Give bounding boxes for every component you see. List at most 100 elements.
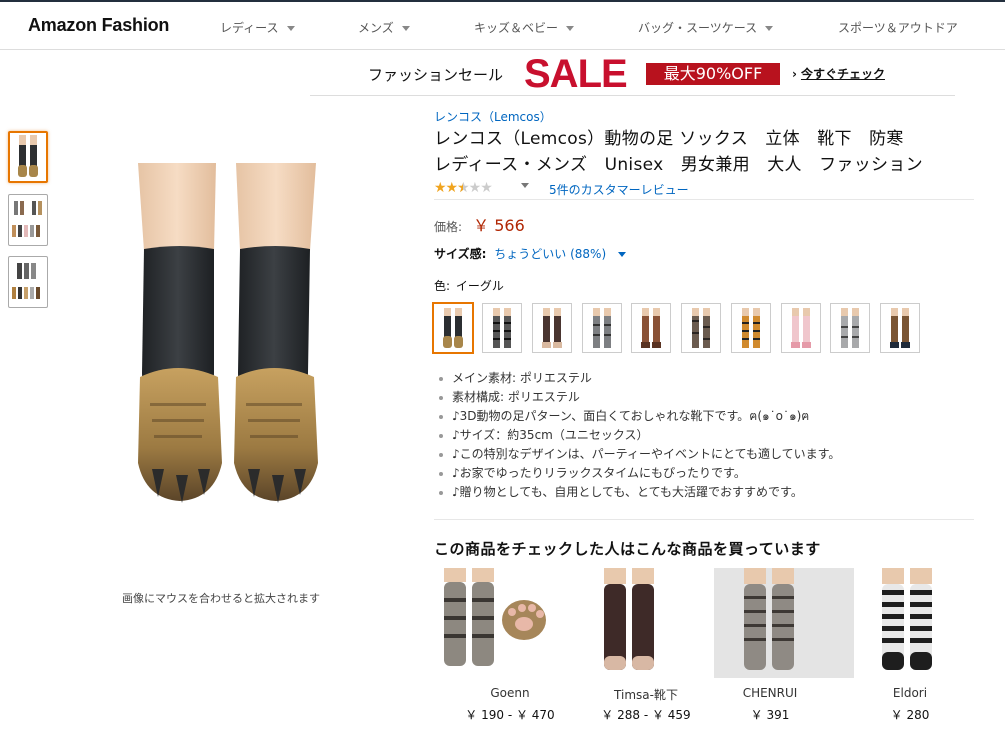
recommendation-image[interactable] [714, 568, 854, 678]
eagle-claw-socks-image [138, 163, 318, 503]
recommendations-heading: この商品をチェックした人はこんな商品を買っています [434, 540, 821, 558]
swatch-image [641, 308, 661, 348]
nav-item-mens[interactable]: メンズ [358, 19, 410, 36]
nav-item-label: メンズ [358, 21, 394, 35]
main-product-image[interactable] [130, 163, 320, 508]
sock-thumbnail-image [18, 135, 38, 177]
chevron-down-icon [401, 26, 410, 31]
chevron-down-icon [286, 26, 295, 31]
recommendation-card[interactable]: Timsa-靴下 ￥ 288 - ￥ 459 [576, 568, 716, 728]
color-swatch-3[interactable] [532, 303, 572, 353]
recommendation-price: ￥ 391 [750, 708, 790, 722]
swatch-image [692, 308, 710, 348]
color-swatch-7[interactable] [731, 303, 771, 353]
recommendation-image[interactable] [440, 568, 580, 678]
price-row: 価格: ￥ 566 [434, 212, 525, 236]
size-fit-row: サイズ感: ちょうどいい (88%) [434, 245, 626, 262]
recommendation-card[interactable]: Eldori ￥ 280 [840, 568, 980, 728]
recommendation-name[interactable]: CHENRUI [714, 686, 826, 700]
promo-sale-text: SALE [524, 52, 628, 96]
recommendation-name[interactable]: Eldori [840, 686, 980, 700]
nav-item-label: スポーツ＆アウトドア [838, 21, 958, 35]
thumbnail-3[interactable] [8, 256, 48, 308]
swatch-image [443, 308, 463, 348]
color-swatch-4[interactable] [582, 303, 622, 353]
swatch-image [742, 308, 760, 348]
feature-bullet: ♪この特別なデザインは、パーティーやイベントにとても適しています。 [438, 445, 978, 464]
color-swatch-10[interactable] [880, 303, 920, 353]
top-nav: Amazon Fashion レディース メンズ キッズ＆ベビー バッグ・スーツ… [0, 2, 1005, 50]
recommendation-name[interactable]: Goenn [440, 686, 580, 700]
swatch-image [791, 308, 811, 348]
thumbnail-1[interactable] [8, 131, 48, 183]
chevron-down-icon[interactable] [521, 183, 529, 188]
swatch-image [841, 308, 859, 348]
chevron-down-icon [765, 26, 774, 31]
recommendation-image[interactable] [576, 568, 716, 678]
chevron-right-icon: › [792, 67, 797, 81]
feature-bullet: メイン素材: ポリエステル [438, 369, 978, 388]
nav-item-kids-baby[interactable]: キッズ＆ベビー [474, 19, 575, 36]
swatch-image [542, 308, 562, 348]
price-label: 価格: [434, 220, 463, 234]
color-swatch-8[interactable] [781, 303, 821, 353]
nav-item-label: キッズ＆ベビー [474, 21, 559, 35]
zebra-paw-socks-image [882, 568, 932, 670]
sock-collection-image [12, 263, 40, 299]
chevron-down-icon[interactable] [617, 252, 626, 257]
size-fit-value-link[interactable]: ちょうどいい (88%) [494, 247, 606, 261]
sock-collection-image [12, 201, 42, 237]
recommendation-price: ￥ 280 [890, 708, 930, 722]
color-swatch-2[interactable] [482, 303, 522, 353]
star-rating-icon[interactable]: ★★★★★★ [434, 180, 493, 196]
nav-item-ladies[interactable]: レディース [220, 19, 295, 36]
sale-banner[interactable]: ファッションセール SALE 最大90%OFF › 今すぐチェック [310, 52, 955, 96]
color-swatch-6[interactable] [681, 303, 721, 353]
color-swatch-9[interactable] [830, 303, 870, 353]
swatch-image [890, 308, 910, 348]
customer-reviews-link[interactable]: 5件のカスタマーレビュー [549, 181, 689, 198]
nav-item-label: バッグ・スーツケース [638, 21, 758, 35]
color-value: イーグル [455, 279, 504, 293]
feature-bullet: 素材構成: ポリエステル [438, 388, 978, 407]
promo-check-now-link[interactable]: › 今すぐチェック [792, 65, 885, 82]
recommendation-name[interactable]: Timsa-靴下 [576, 686, 716, 703]
feature-bullet: ♪お家でゆったりリラックスタイムにもぴったりです。 [438, 464, 978, 483]
divider [434, 199, 974, 200]
zoom-hint-text: 画像にマウスを合わせると拡大されます [122, 592, 320, 605]
product-title-line-1: レンコス（Lemcos）動物の足 ソックス 立体 靴下 防寒 [434, 129, 904, 149]
nav-item-label: レディース [220, 21, 279, 35]
nav-item-sports-outdoors[interactable]: スポーツ＆アウトドア [838, 19, 958, 36]
product-title: レンコス（Lemcos）動物の足 ソックス 立体 靴下 防寒 レディース・メンズ… [434, 126, 974, 178]
color-label: 色: [434, 279, 451, 293]
recommendation-card[interactable]: CHENRUI ￥ 391 [714, 568, 854, 728]
divider [434, 519, 974, 520]
size-fit-label: サイズ感: [434, 247, 487, 261]
promo-label: ファッションセール [368, 66, 504, 84]
feature-bullets: メイン素材: ポリエステル 素材構成: ポリエステル ♪3D動物の足パターン、面… [438, 369, 978, 502]
thumbnail-2[interactable] [8, 194, 48, 246]
recommendation-card[interactable]: Goenn ￥ 190 - ￥ 470 [440, 568, 580, 728]
color-swatch-eagle[interactable] [433, 303, 473, 353]
recommendation-image[interactable] [840, 568, 980, 678]
brown-paw-socks-image [604, 568, 654, 670]
promo-discount-badge: 最大90%OFF [646, 63, 780, 85]
color-row: 色: イーグル [434, 277, 504, 294]
amazon-fashion-logo[interactable]: Amazon Fashion [28, 15, 169, 36]
tabby-paw-socks-image [744, 568, 794, 670]
feature-bullet: ♪サイズ：約35cm（ユニセックス） [438, 426, 978, 445]
recommendation-price: ￥ 288 - ￥ 459 [601, 708, 691, 722]
promo-link-label: 今すぐチェック [800, 67, 885, 81]
feature-bullet: ♪贈り物としても、自用としても、とても大活躍でおすすめです。 [438, 483, 978, 502]
recommendation-price: ￥ 190 - ￥ 470 [465, 708, 555, 722]
feature-bullet: ♪3D動物の足パターン、面白くておしゃれな靴下です。ฅ(๑˙o˙๑)ฅ [438, 407, 978, 426]
chevron-down-icon [566, 26, 575, 31]
swatch-image [593, 308, 611, 348]
nav-item-bags-luggage[interactable]: バッグ・スーツケース [638, 19, 774, 36]
swatch-image [493, 308, 511, 348]
brand-link[interactable]: レンコス（Lemcos） [434, 108, 552, 125]
product-title-line-2: レディース・メンズ Unisex 男女兼用 大人 ファッション [434, 155, 923, 175]
price-value: ￥ 566 [473, 216, 525, 235]
cat-paw-socks-image [444, 568, 546, 666]
color-swatch-5[interactable] [631, 303, 671, 353]
